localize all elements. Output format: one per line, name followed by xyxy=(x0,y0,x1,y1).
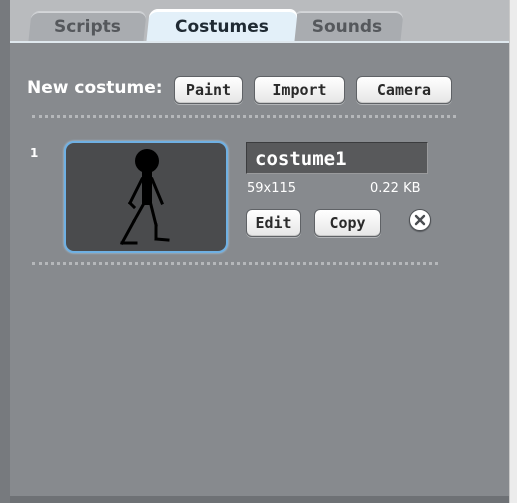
divider-bottom xyxy=(32,262,438,265)
camera-button[interactable]: Camera xyxy=(356,76,452,104)
import-button[interactable]: Import xyxy=(254,76,345,104)
right-border xyxy=(509,0,517,503)
costume-name-field[interactable]: costume1 xyxy=(246,142,428,174)
new-costume-label: New costume: xyxy=(27,78,163,98)
costume-thumbnail[interactable] xyxy=(64,141,228,253)
bottom-edge xyxy=(10,496,509,503)
tab-sounds[interactable]: Sounds xyxy=(290,11,404,42)
left-border xyxy=(0,0,10,503)
edit-button[interactable]: Edit xyxy=(246,209,301,237)
costume-number: 1 xyxy=(30,146,39,160)
paint-button[interactable]: Paint xyxy=(174,76,243,104)
tab-costumes-label: Costumes xyxy=(175,17,269,37)
costume-dimensions: 59x115 xyxy=(247,181,297,196)
tab-scripts-label: Scripts xyxy=(53,17,121,37)
copy-button[interactable]: Copy xyxy=(314,209,381,237)
divider-top xyxy=(32,115,456,118)
tab-sounds-label: Sounds xyxy=(311,17,383,37)
delete-costume-button[interactable] xyxy=(409,209,431,231)
costumes-panel xyxy=(10,43,509,503)
close-icon xyxy=(414,214,426,226)
costume-file-size: 0.22 KB xyxy=(370,181,421,196)
tab-costumes[interactable]: Costumes xyxy=(146,9,298,44)
stick-figure-icon xyxy=(119,149,170,246)
tab-scripts[interactable]: Scripts xyxy=(28,11,147,42)
